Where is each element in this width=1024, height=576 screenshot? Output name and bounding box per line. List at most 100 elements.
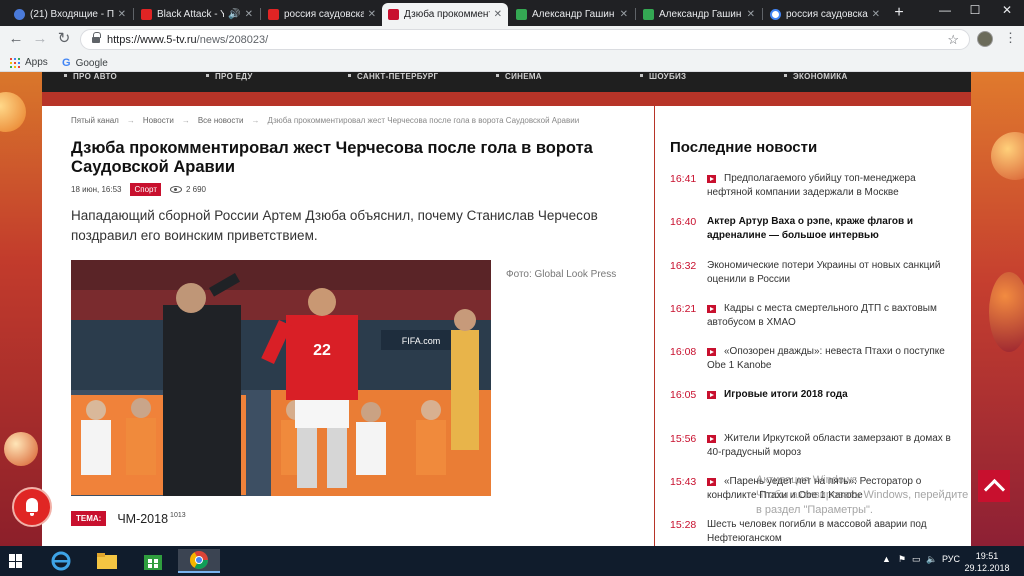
bookmark-apps[interactable]: Apps	[10, 57, 48, 68]
article-photo[interactable]: FIFA.com 22	[71, 260, 491, 496]
news-item[interactable]: 16:05 Игровые итоги 2018 года	[670, 388, 960, 431]
theme-label: ТЕМА:	[71, 511, 107, 526]
photo-board-text: FIFA.com	[402, 336, 441, 346]
windows-taskbar: ▲ ⚑ ▭ 🔈 РУС 19:51 29.12.2018	[0, 546, 1024, 576]
theme-count: 1013	[170, 512, 186, 520]
tab-gashin-2[interactable]: Александр Гашин ✕	[637, 3, 761, 26]
tab-black-attack[interactable]: Black Attack - Yo 🔊 ✕	[135, 3, 259, 26]
news-item[interactable]: 16:41 Предполагаемого убийцу топ-менеджер…	[670, 172, 960, 215]
file-explorer-icon[interactable]	[86, 549, 128, 573]
article-theme: ТЕМА: ЧМ-2018 1013	[71, 511, 186, 526]
sheet-favicon-icon	[643, 9, 654, 20]
google-logo-icon: G	[62, 57, 71, 69]
tab-separator	[260, 8, 261, 20]
article-date: 18 июн, 16:53	[71, 185, 122, 194]
news-item[interactable]: 15:56 Жители Иркутской области замерзают …	[670, 432, 960, 475]
internet-explorer-icon[interactable]	[40, 549, 82, 573]
browser-menu-icon[interactable]: ⋮	[1004, 30, 1017, 46]
news-item[interactable]: 16:21 Кадры с места смертельного ДТП с ва…	[670, 302, 960, 345]
article-title: Дзюба прокомментировал жест Черчесова по…	[71, 139, 593, 176]
store-icon[interactable]	[132, 549, 174, 573]
tab-russia-saudi-youtube[interactable]: россия саудовская ✕	[262, 3, 382, 26]
minimize-button[interactable]: —	[930, 3, 960, 17]
mail-favicon-icon	[14, 9, 25, 20]
scroll-to-top-button[interactable]	[978, 470, 1010, 502]
site-section-nav: ПРО АВТО ПРО ЕДУ САНКТ-ПЕТЕРБУРГ СИНЕМА …	[42, 72, 971, 92]
browser-toolbar: ← → ↻ https://www.5-tv.ru/news/208023/ ☆	[0, 26, 1024, 53]
theme-link[interactable]: ЧМ-2018 1013	[117, 512, 185, 526]
breadcrumb: Пятый канал → Новости → Все новости → Дзюба пр…	[71, 116, 580, 125]
close-tab-icon[interactable]: ✕	[245, 9, 253, 20]
breadcrumb-current: Дзюба прокомментировал жест Черчесова по…	[267, 116, 580, 125]
eye-icon	[169, 186, 182, 193]
audio-playing-icon[interactable]: 🔊	[228, 9, 240, 20]
news-item[interactable]: 16:32 Экономические потери Украины от нов…	[670, 259, 960, 302]
bookmark-star-icon[interactable]: ☆	[947, 32, 959, 48]
nav-item-cinema[interactable]: СИНЕМА	[496, 72, 542, 81]
news-item[interactable]: 15:28 Шесть человек погибли в массовой ав…	[670, 518, 960, 546]
nav-item-auto[interactable]: ПРО АВТО	[64, 72, 117, 81]
tray-volume-icon[interactable]: 🔈	[926, 554, 937, 565]
tray-language[interactable]: РУС	[942, 554, 960, 564]
news-item[interactable]: 16:08 «Опозорен дважды»: невеста Птахи о …	[670, 345, 960, 388]
maximize-button[interactable]: ☐	[960, 3, 990, 17]
news-item[interactable]: 16:40 Актер Артур Ваха о рэпе, краже флаг…	[670, 215, 960, 258]
new-tab-button[interactable]: +	[890, 4, 908, 22]
lock-icon	[92, 32, 101, 44]
article-meta: 18 июн, 16:53 Спорт 2 690	[71, 183, 206, 196]
back-button[interactable]: ←	[7, 30, 25, 48]
tab-dzyuba-article[interactable]: Дзюба прокомментир ✕	[382, 3, 508, 26]
close-tab-icon[interactable]: ✕	[620, 9, 628, 20]
forward-button[interactable]: →	[31, 30, 49, 48]
nav-item-food[interactable]: ПРО ЕДУ	[206, 72, 253, 81]
festive-decor-left	[0, 72, 42, 546]
tab-google-search[interactable]: россия саудовская ✕	[764, 3, 886, 26]
browser-tab-strip: (21) Входящие - По ✕ Black Attack - Yo 🔊…	[0, 0, 1024, 26]
bookmark-google[interactable]: G Google	[62, 57, 108, 69]
article-column: Пятый канал → Новости → Все новости → Дзюба пр…	[42, 106, 654, 546]
windows-activation-watermark: Активация Windows Чтобы активировать Win…	[756, 474, 969, 516]
photo-illustration: FIFA.com 22	[71, 260, 491, 496]
ornament-ball	[991, 132, 1024, 180]
tab-inbox[interactable]: (21) Входящие - По ✕	[8, 3, 132, 26]
close-tab-icon[interactable]: ✕	[494, 9, 502, 20]
google-favicon-icon	[770, 9, 781, 20]
tray-network-icon[interactable]: ▭	[912, 554, 921, 565]
youtube-favicon-icon	[268, 9, 279, 20]
address-bar[interactable]: https://www.5-tv.ru/news/208023/ ☆	[80, 29, 970, 50]
ornament-ball	[0, 92, 26, 132]
breadcrumb-item-news[interactable]: Новости	[143, 116, 174, 125]
nav-item-showbiz[interactable]: ШОУБИЗ	[640, 72, 686, 81]
sheet-favicon-icon	[516, 9, 527, 20]
nav-item-spb[interactable]: САНКТ-ПЕТЕРБУРГ	[348, 72, 438, 81]
chrome-taskbar-icon[interactable]	[178, 549, 220, 573]
profile-avatar[interactable]	[977, 31, 993, 47]
windows-start-icon[interactable]	[9, 554, 23, 568]
reload-button[interactable]: ↻	[55, 30, 73, 48]
tray-clock[interactable]: 19:51 29.12.2018	[963, 550, 1011, 574]
close-tab-icon[interactable]: ✕	[118, 9, 126, 20]
nav-item-economy[interactable]: ЭКОНОМИКА	[784, 72, 848, 81]
bookmarks-bar: Apps G Google	[0, 53, 1024, 72]
youtube-favicon-icon	[141, 9, 152, 20]
close-tab-icon[interactable]: ✕	[747, 9, 755, 20]
ornament-ball	[989, 272, 1024, 352]
tab-gashin-1[interactable]: Александр Гашин ✕	[510, 3, 634, 26]
url-text[interactable]: https://www.5-tv.ru/news/208023/	[107, 34, 268, 46]
breadcrumb-item-all-news[interactable]: Все новости	[198, 116, 244, 125]
breadcrumb-item-channel[interactable]: Пятый канал	[71, 116, 119, 125]
close-tab-icon[interactable]: ✕	[872, 9, 880, 20]
view-count: 2 690	[185, 185, 207, 194]
notification-bell-button[interactable]	[12, 487, 52, 527]
tab-separator	[635, 8, 636, 20]
5tv-favicon-icon	[388, 9, 399, 20]
photo-shirt-number: 22	[313, 342, 331, 359]
latest-news-title: Последние новости	[670, 139, 818, 156]
tray-up-arrow-icon[interactable]: ▲	[882, 554, 891, 564]
tray-flag-icon[interactable]: ⚑	[898, 554, 906, 565]
ornament-ball	[4, 432, 38, 466]
close-tab-icon[interactable]: ✕	[368, 9, 376, 20]
article-lead: Нападающий сборной России Артем Дзюба об…	[71, 208, 598, 243]
category-tag[interactable]: Спорт	[130, 183, 161, 196]
close-window-button[interactable]: ✕	[992, 3, 1022, 17]
